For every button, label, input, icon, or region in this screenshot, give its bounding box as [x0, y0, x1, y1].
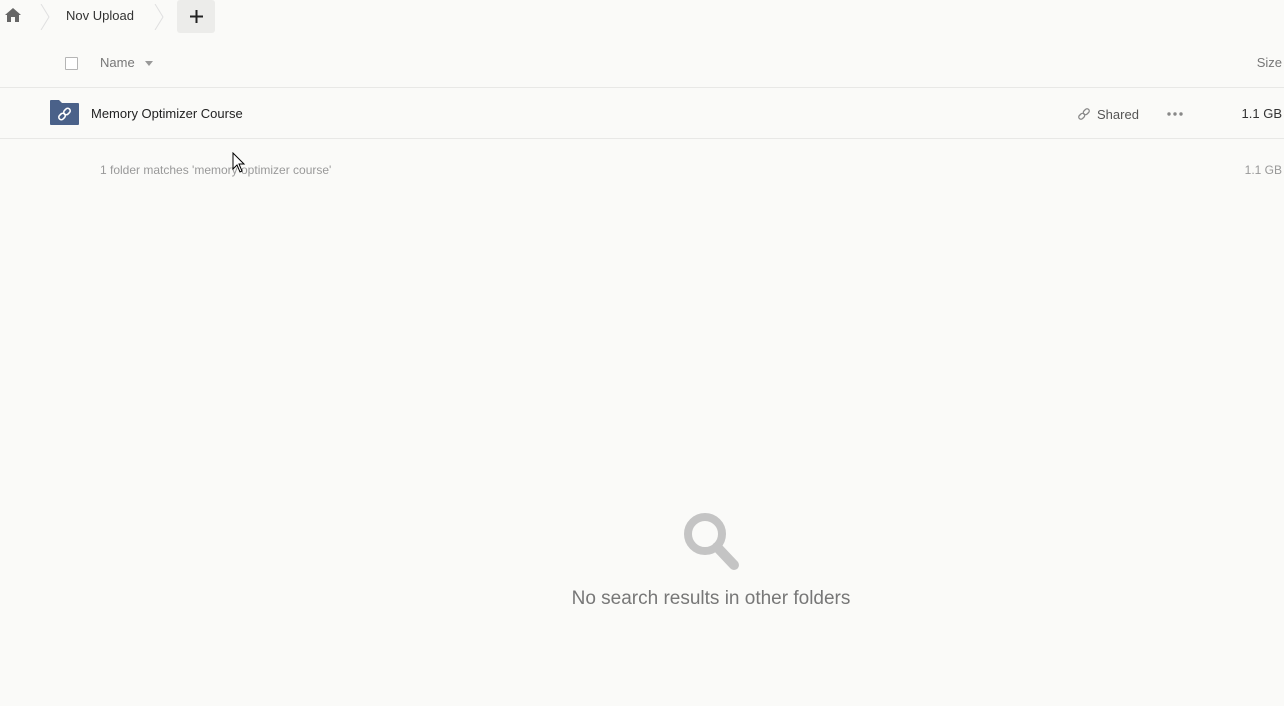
shared-label: Shared — [1097, 106, 1139, 122]
sort-down-icon[interactable] — [145, 61, 153, 66]
file-list-header: Name Size — [0, 44, 1284, 88]
link-icon — [1078, 108, 1090, 120]
size-column-header[interactable]: Size — [1257, 55, 1282, 70]
plus-icon — [189, 10, 203, 23]
breadcrumb-separator — [154, 4, 164, 30]
shared-link-button[interactable]: Shared — [1077, 105, 1139, 123]
breadcrumb-separator — [40, 4, 50, 30]
empty-search-state: No search results in other folders — [0, 510, 1284, 610]
search-icon — [684, 513, 739, 570]
file-size: 1.1 GB — [1241, 106, 1282, 121]
breadcrumb: Nov Upload — [0, 0, 1284, 34]
new-item-button[interactable] — [177, 0, 215, 33]
select-all-checkbox[interactable] — [65, 57, 78, 70]
name-column-header[interactable]: Name — [100, 55, 135, 70]
more-options-icon[interactable] — [1166, 107, 1184, 121]
breadcrumb-current-folder[interactable]: Nov Upload — [66, 8, 134, 23]
file-row[interactable]: Memory Optimizer Course Shared 1.1 GB — [0, 88, 1284, 139]
file-name[interactable]: Memory Optimizer Course — [91, 106, 243, 121]
summary-total-size: 1.1 GB — [1244, 163, 1282, 177]
mouse-pointer-icon — [232, 152, 246, 173]
shared-folder-icon — [50, 100, 79, 125]
home-icon[interactable] — [5, 8, 21, 22]
search-summary: 1 folder matches 'memory optimizer cours… — [100, 163, 332, 177]
empty-state-message: No search results in other folders — [571, 588, 851, 609]
files-app: Nov Upload Name Size Memory Optimizer Co… — [0, 0, 1284, 706]
